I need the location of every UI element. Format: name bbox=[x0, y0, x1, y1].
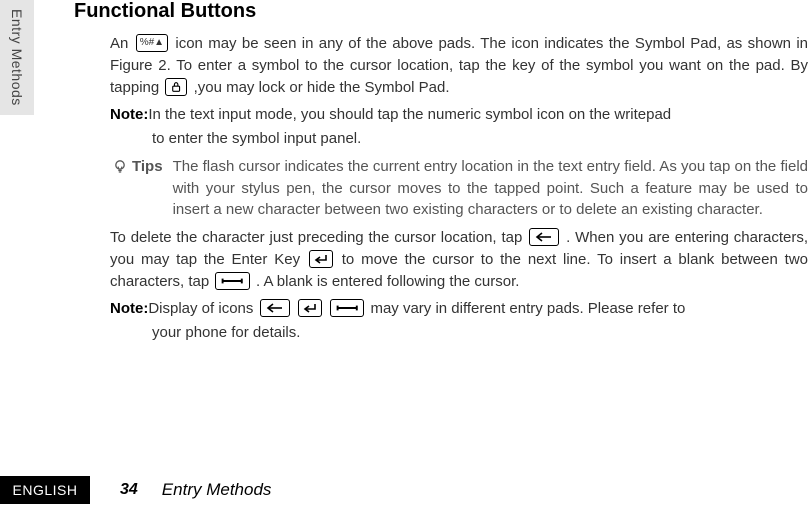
footer-section-title: Entry Methods bbox=[138, 480, 272, 500]
space-bar-icon bbox=[330, 299, 364, 317]
paragraph-2: To delete the character just preceding t… bbox=[110, 227, 808, 292]
note-label: Note: bbox=[110, 298, 148, 320]
text: To delete the character just preceding t… bbox=[110, 229, 522, 246]
note-text: In the text input mode, you should tap t… bbox=[148, 104, 808, 126]
tips-label: Tips bbox=[130, 156, 173, 221]
note-2-cont: your phone for details. bbox=[110, 322, 808, 344]
back-arrow-icon bbox=[529, 228, 559, 246]
page-content: Functional Buttons An %#▲ icon may be se… bbox=[56, 0, 808, 350]
note-2: Note: Display of icons bbox=[110, 298, 808, 320]
footer-language: ENGLISH bbox=[0, 476, 90, 504]
page-footer: ENGLISH 34 Entry Methods bbox=[0, 476, 808, 504]
side-tab: Entry Methods bbox=[0, 0, 34, 115]
body-text: An %#▲ icon may be seen in any of the ab… bbox=[56, 33, 808, 344]
enter-key-icon bbox=[309, 250, 333, 268]
space-bar-icon bbox=[215, 272, 249, 290]
icon-glyph: %#▲ bbox=[140, 38, 164, 48]
paragraph-1: An %#▲ icon may be seen in any of the ab… bbox=[110, 33, 808, 98]
section-heading: Functional Buttons bbox=[56, 0, 808, 23]
text: ,you may lock or hide the Symbol Pad. bbox=[194, 79, 450, 96]
back-arrow-icon bbox=[260, 299, 290, 317]
text: An bbox=[110, 35, 128, 52]
lock-icon-svg bbox=[171, 81, 181, 93]
text: . A blank is entered following the curso… bbox=[256, 273, 520, 290]
lightbulb-icon bbox=[110, 156, 130, 221]
note-1-cont: to enter the symbol input panel. bbox=[110, 128, 808, 150]
lock-icon bbox=[165, 78, 187, 96]
tips-text: The flash cursor indicates the current e… bbox=[173, 156, 808, 221]
tips-block: Tips The flash cursor indicates the curr… bbox=[110, 156, 808, 221]
symbol-pad-icon: %#▲ bbox=[136, 34, 168, 52]
note-1: Note: In the text input mode, you should… bbox=[110, 104, 808, 126]
note-label: Note: bbox=[110, 104, 148, 126]
side-tab-label: Entry Methods bbox=[9, 9, 25, 106]
text: may vary in different entry pads. Please… bbox=[370, 300, 685, 317]
note-text: Display of icons bbox=[148, 298, 808, 320]
enter-key-icon bbox=[298, 299, 322, 317]
text: Display of icons bbox=[148, 300, 253, 317]
footer-page-number: 34 bbox=[90, 481, 138, 499]
